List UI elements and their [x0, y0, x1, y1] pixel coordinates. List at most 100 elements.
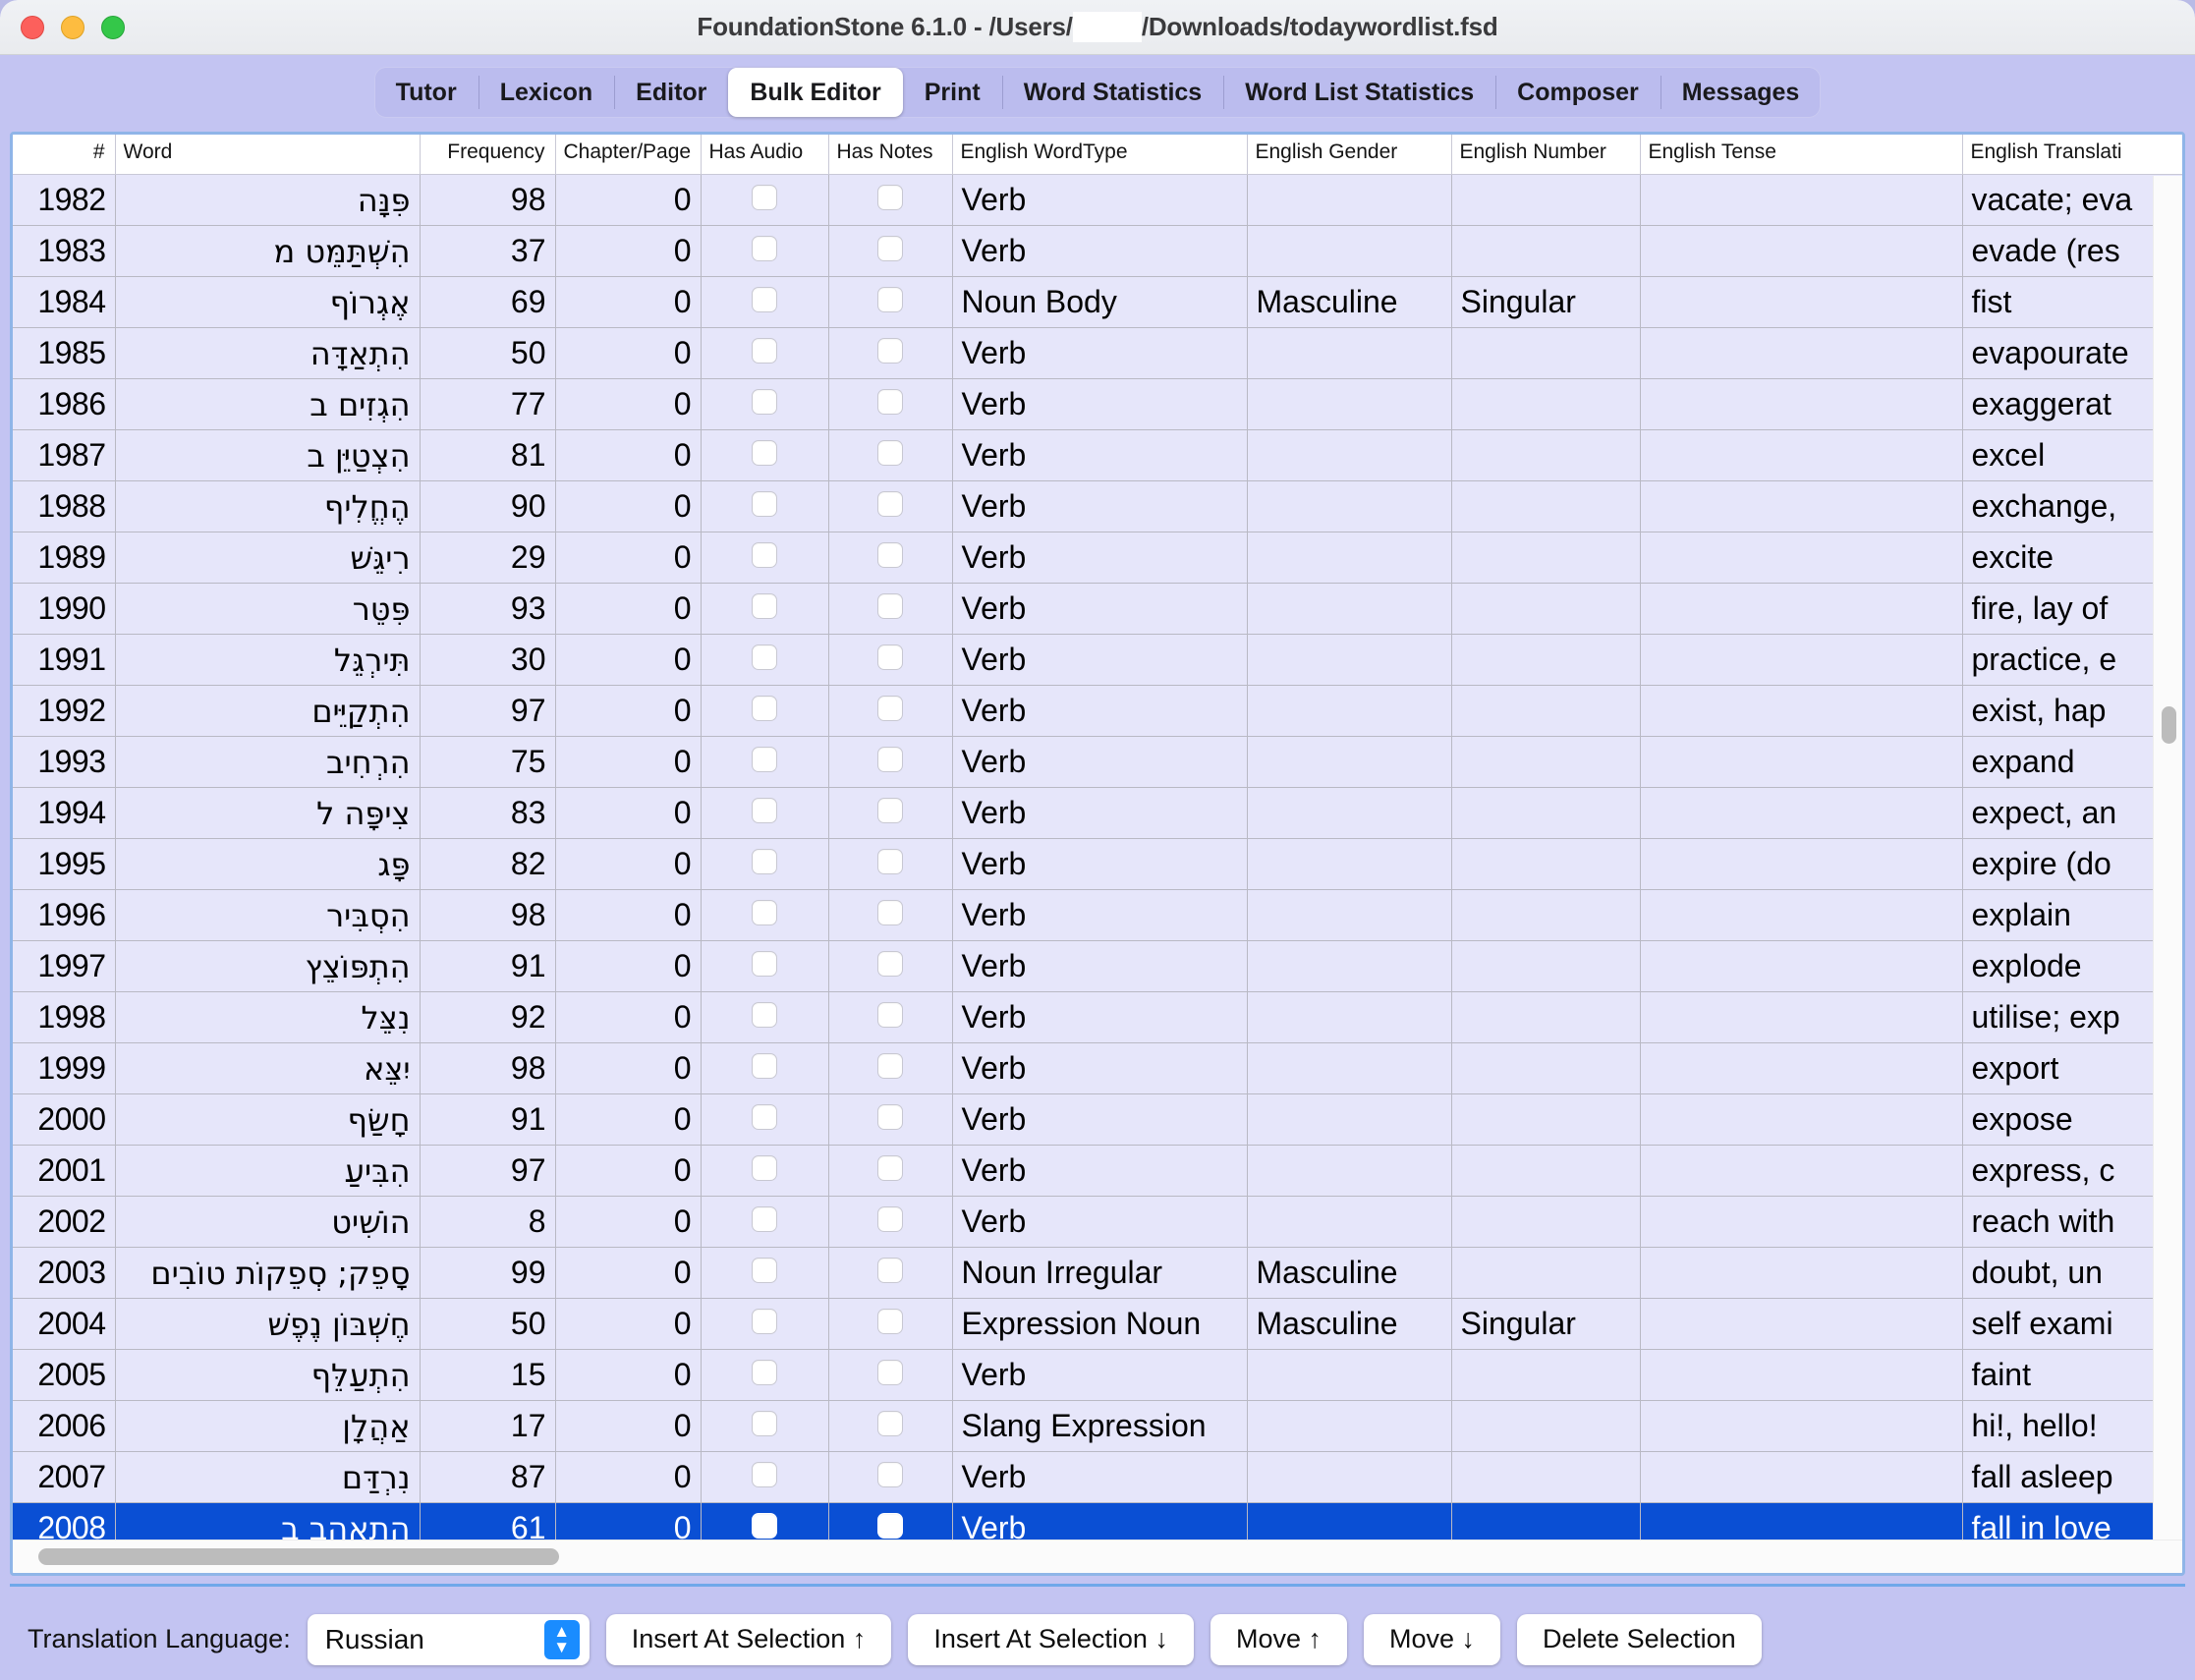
cell-numb[interactable]: [1451, 225, 1641, 277]
cell-numb[interactable]: [1451, 991, 1641, 1043]
cell-chap[interactable]: 0: [555, 838, 702, 890]
cell-audio[interactable]: [701, 532, 829, 584]
cell-word[interactable]: הֶחֱלִיף: [115, 480, 421, 532]
cell-word[interactable]: נִרְדַּם: [115, 1451, 421, 1503]
checkbox-notes[interactable]: [877, 1462, 903, 1487]
cell-word[interactable]: נִצֵּל: [115, 991, 421, 1043]
cell-word[interactable]: אַהֲלָן: [115, 1400, 421, 1452]
checkbox-notes[interactable]: [877, 593, 903, 619]
cell-chap[interactable]: 0: [555, 174, 702, 226]
cell-chap[interactable]: 0: [555, 1298, 702, 1350]
cell-numb[interactable]: [1451, 532, 1641, 584]
cell-tense[interactable]: [1640, 838, 1963, 890]
checkbox-notes[interactable]: [877, 1155, 903, 1181]
cell-gen[interactable]: [1247, 838, 1452, 890]
cell-chap[interactable]: 0: [555, 1093, 702, 1146]
cell-audio[interactable]: [701, 1298, 829, 1350]
cell-audio[interactable]: [701, 174, 829, 226]
cell-gen[interactable]: [1247, 429, 1452, 481]
cell-notes[interactable]: [828, 532, 953, 584]
checkbox-notes[interactable]: [877, 389, 903, 415]
cell-tense[interactable]: [1640, 174, 1963, 226]
cell-notes[interactable]: [828, 1349, 953, 1401]
checkbox-notes[interactable]: [877, 644, 903, 670]
cell-tr[interactable]: vacate; eva: [1962, 174, 2182, 226]
cell-idx[interactable]: 1984: [13, 276, 116, 328]
cell-tense[interactable]: [1640, 583, 1963, 635]
checkbox-audio[interactable]: [752, 1513, 777, 1539]
cell-idx[interactable]: 1994: [13, 787, 116, 839]
cell-word[interactable]: הִרְחִיב: [115, 736, 421, 788]
cell-notes[interactable]: [828, 736, 953, 788]
cell-tr[interactable]: utilise; exp: [1962, 991, 2182, 1043]
tab-composer[interactable]: Composer: [1495, 67, 1660, 118]
cell-gen[interactable]: [1247, 583, 1452, 635]
cell-gen[interactable]: [1247, 1451, 1452, 1503]
cell-chap[interactable]: 0: [555, 480, 702, 532]
cell-type[interactable]: Verb: [952, 736, 1248, 788]
checkbox-notes[interactable]: [877, 900, 903, 925]
cell-tense[interactable]: [1640, 276, 1963, 328]
cell-gen[interactable]: [1247, 1349, 1452, 1401]
cell-freq[interactable]: 92: [420, 991, 556, 1043]
cell-chap[interactable]: 0: [555, 378, 702, 430]
cell-chap[interactable]: 0: [555, 1451, 702, 1503]
cell-audio[interactable]: [701, 1042, 829, 1094]
cell-gen[interactable]: [1247, 685, 1452, 737]
delete-selection-button[interactable]: Delete Selection: [1517, 1613, 1762, 1665]
cell-tr[interactable]: fist: [1962, 276, 2182, 328]
cell-freq[interactable]: 30: [420, 634, 556, 686]
cell-freq[interactable]: 15: [420, 1349, 556, 1401]
cell-word[interactable]: פָּג: [115, 838, 421, 890]
vertical-scrollbar-thumb[interactable]: [2162, 706, 2176, 744]
cell-notes[interactable]: [828, 634, 953, 686]
checkbox-audio[interactable]: [752, 338, 777, 364]
cell-tense[interactable]: [1640, 532, 1963, 584]
cell-gen[interactable]: [1247, 378, 1452, 430]
checkbox-notes[interactable]: [877, 542, 903, 568]
cell-numb[interactable]: [1451, 685, 1641, 737]
cell-gen[interactable]: [1247, 532, 1452, 584]
cell-freq[interactable]: 77: [420, 378, 556, 430]
cell-numb[interactable]: Singular: [1451, 276, 1641, 328]
cell-word[interactable]: חָשַׂף: [115, 1093, 421, 1146]
cell-tense[interactable]: [1640, 685, 1963, 737]
cell-idx[interactable]: 2003: [13, 1247, 116, 1299]
cell-audio[interactable]: [701, 378, 829, 430]
cell-tense[interactable]: [1640, 940, 1963, 992]
move-up-button[interactable]: Move ↑: [1210, 1613, 1347, 1665]
table-row[interactable]: 2006 אַהֲלָן 17 0 Slang Expression hi!, hello…: [13, 1400, 2182, 1452]
cell-tense[interactable]: [1640, 991, 1963, 1043]
cell-chap[interactable]: 0: [555, 327, 702, 379]
table-row[interactable]: 1999 יִצֵּא 98 0 Verb export: [13, 1042, 2182, 1094]
cell-gen[interactable]: Masculine: [1247, 276, 1452, 328]
table-row[interactable]: 1998 נִצֵּל 92 0 Verb utilise; exp: [13, 991, 2182, 1043]
cell-freq[interactable]: 83: [420, 787, 556, 839]
cell-chap[interactable]: 0: [555, 532, 702, 584]
cell-audio[interactable]: [701, 429, 829, 481]
cell-tr[interactable]: expect, an: [1962, 787, 2182, 839]
cell-freq[interactable]: 69: [420, 276, 556, 328]
checkbox-notes[interactable]: [877, 747, 903, 772]
table-row[interactable]: 2007 נִרְדַּם 87 0 Verb fall asleep: [13, 1451, 2182, 1503]
cell-numb[interactable]: [1451, 378, 1641, 430]
cell-word[interactable]: הוֹשִׁיט: [115, 1196, 421, 1248]
cell-idx[interactable]: 2007: [13, 1451, 116, 1503]
cell-gen[interactable]: [1247, 327, 1452, 379]
tab-editor[interactable]: Editor: [614, 67, 728, 118]
cell-notes[interactable]: [828, 1247, 953, 1299]
cell-chap[interactable]: 0: [555, 685, 702, 737]
cell-audio[interactable]: [701, 787, 829, 839]
cell-notes[interactable]: [828, 276, 953, 328]
cell-notes[interactable]: [828, 1451, 953, 1503]
cell-notes[interactable]: [828, 940, 953, 992]
cell-type[interactable]: Verb: [952, 225, 1248, 277]
cell-numb[interactable]: [1451, 787, 1641, 839]
cell-tr[interactable]: expand: [1962, 736, 2182, 788]
checkbox-audio[interactable]: [752, 1155, 777, 1181]
cell-freq[interactable]: 82: [420, 838, 556, 890]
cell-numb[interactable]: [1451, 1042, 1641, 1094]
checkbox-audio[interactable]: [752, 1462, 777, 1487]
cell-chap[interactable]: 0: [555, 634, 702, 686]
cell-type[interactable]: Verb: [952, 378, 1248, 430]
